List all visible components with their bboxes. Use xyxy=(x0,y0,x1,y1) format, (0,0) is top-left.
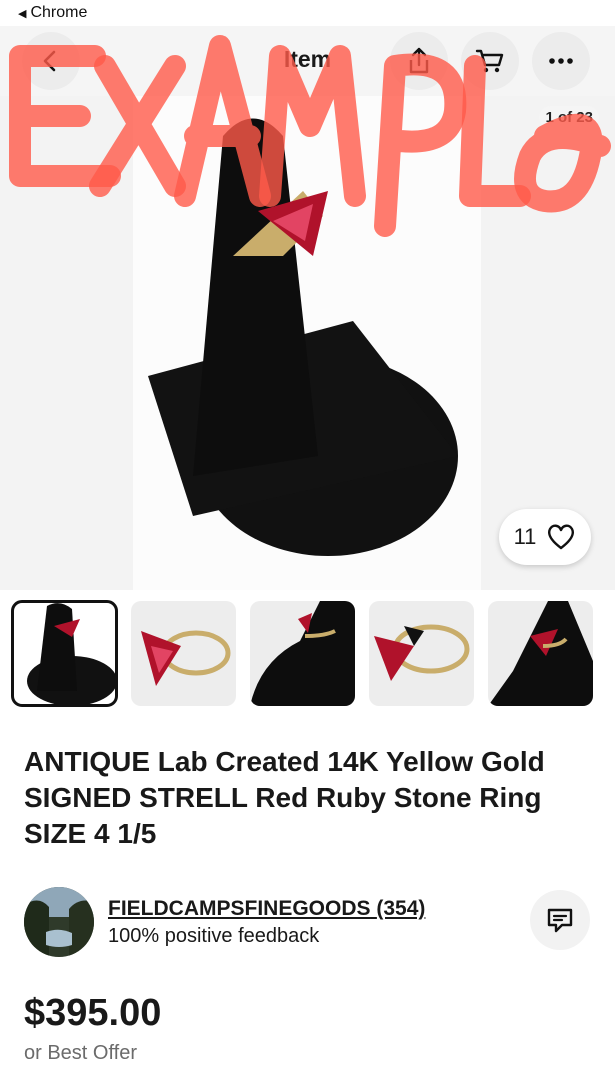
back-triangle-icon: ◀ xyxy=(18,7,27,20)
back-to-app[interactable]: ◀ Chrome xyxy=(18,4,87,22)
item-price: $395.00 xyxy=(24,992,162,1034)
thumbnail-4[interactable] xyxy=(369,601,474,706)
back-app-label: Chrome xyxy=(30,4,88,21)
example-watermark xyxy=(9,35,611,237)
avatar-image xyxy=(24,887,94,957)
status-bar: ◀ Chrome xyxy=(0,0,615,26)
watch-button[interactable]: 11 xyxy=(499,509,591,565)
thumbnail-image xyxy=(27,603,117,706)
thumbnail-strip xyxy=(11,600,602,709)
thumbnail-2[interactable] xyxy=(131,601,236,706)
seller-name-link[interactable]: FIELDCAMPSFINEGOODS (354) xyxy=(108,897,425,921)
thumbnail-image xyxy=(250,601,355,706)
watch-count: 11 xyxy=(513,524,537,549)
thumbnail-image xyxy=(374,624,470,681)
thumbnail-1[interactable] xyxy=(11,600,118,707)
seller-avatar[interactable] xyxy=(24,887,94,957)
item-title-line: ANTIQUE Lab Created 14K Yellow Gold xyxy=(24,746,545,777)
seller-name: FIELDCAMPSFINEGOODS xyxy=(108,897,371,920)
seller-info: FIELDCAMPSFINEGOODS (354) 100% positive … xyxy=(24,887,594,959)
contact-seller-button[interactable] xyxy=(530,890,590,950)
item-title-line: SIGNED STRELL Red Ruby Stone Ring xyxy=(24,782,542,813)
message-icon xyxy=(547,908,573,933)
thumbnail-image xyxy=(141,630,231,686)
thumbnail-image xyxy=(488,601,593,706)
thumbnail-3[interactable] xyxy=(250,601,355,706)
item-title-line: SIZE 4 1/5 xyxy=(24,818,157,849)
seller-feedback-count: (354) xyxy=(376,897,426,920)
item-title: ANTIQUE Lab Created 14K Yellow Gold SIGN… xyxy=(24,744,594,852)
seller-feedback: 100% positive feedback xyxy=(108,925,320,947)
heart-icon xyxy=(548,524,575,550)
best-offer-label: or Best Offer xyxy=(24,1042,138,1064)
thumbnail-5[interactable] xyxy=(488,601,593,706)
